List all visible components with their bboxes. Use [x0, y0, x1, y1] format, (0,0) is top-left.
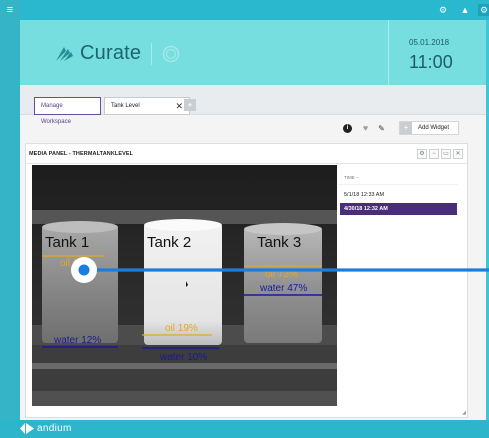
workspace: Manage Workspace Tank Level ✕ + i ♥ ✎ + A… — [20, 85, 486, 420]
logo: Curate — [54, 42, 180, 65]
add-tab-button[interactable]: + — [184, 99, 196, 111]
thermal-scene: Tank 1 Tank 2 Tank 3 oil 82% oil 19% oil… — [32, 165, 337, 406]
fence — [32, 363, 337, 369]
panel-maximize-icon[interactable]: ▭ — [441, 149, 451, 159]
gear-icon[interactable]: ⚙ — [478, 4, 489, 16]
andium-logo-icon — [20, 423, 34, 434]
current-time: 11:00 — [409, 52, 453, 72]
workspace-toolbar: i ♥ ✎ + Add Widget — [20, 115, 486, 141]
panel-controls: ⚙ − ▭ ✕ — [417, 149, 463, 159]
time-row-selected[interactable]: 4/30/18 12:32 AM — [340, 203, 457, 215]
hamburger-menu-icon[interactable]: ≡ — [4, 4, 16, 16]
brand-name: Curate — [80, 42, 142, 64]
alerts-icon[interactable]: ▲ — [459, 4, 471, 16]
tab-tank-level[interactable]: Tank Level ✕ — [104, 97, 190, 115]
panel-divider — [26, 163, 467, 164]
time-row[interactable]: 5/1/18 12:33 AM — [340, 189, 457, 201]
panel-close-icon[interactable]: ✕ — [453, 149, 463, 159]
plus-icon: + — [400, 122, 412, 134]
footer-logo: andium — [20, 423, 72, 434]
top-strip: ⚙ ▲ ⚙ — [20, 0, 489, 20]
tab-manage-workspace[interactable]: Manage Workspace — [34, 97, 101, 125]
tab-label: Tank Level — [111, 103, 140, 109]
tank-2-top — [144, 219, 222, 231]
resize-handle-icon[interactable]: ◢ — [462, 410, 466, 416]
workspace-tabs: Manage Workspace Tank Level ✕ + — [20, 85, 486, 125]
settings-icon[interactable]: ⚙ — [437, 4, 449, 16]
tank-1-name: Tank 1 — [45, 234, 89, 251]
footer-bar: andium — [0, 420, 489, 438]
tank-1-water-label: water 12% — [53, 335, 101, 346]
time-column-header[interactable]: TIME -- — [338, 171, 458, 185]
foreground — [32, 391, 337, 406]
edit-pencil-icon[interactable]: ✎ — [377, 124, 386, 133]
tank-1-top — [42, 221, 118, 233]
thermal-image: Tank 1 Tank 2 Tank 3 oil 82% oil 19% oil… — [32, 165, 337, 406]
tank-3-oil-label: oil 73% — [265, 269, 298, 280]
app-header: Curate 05.01.2018 11:00 — [20, 20, 486, 85]
time-list: TIME -- 5/1/18 12:33 AM 4/30/18 12:32 AM — [338, 171, 458, 411]
brand-ring-icon — [162, 45, 180, 62]
date-time-box: 05.01.2018 11:00 — [388, 20, 486, 85]
media-panel: MEDIA PANEL - THERMALTANKLEVEL ⚙ − ▭ ✕ T… — [25, 143, 468, 418]
heart-icon[interactable]: ♥ — [361, 124, 370, 133]
tank-3-water-label: water 47% — [259, 283, 307, 294]
panel-settings-icon[interactable]: ⚙ — [417, 149, 427, 159]
close-tab-icon[interactable]: ✕ — [175, 98, 183, 114]
logo-divider — [151, 42, 153, 65]
panel-minimize-icon[interactable]: − — [429, 149, 439, 159]
tank-2-water-label: water 10% — [159, 352, 207, 363]
panel-title: MEDIA PANEL - THERMALTANKLEVEL — [29, 151, 134, 157]
info-icon[interactable]: i — [343, 124, 352, 133]
curate-leaf-icon — [56, 46, 73, 61]
left-rail: ≡ — [0, 0, 20, 420]
tank-2-name: Tank 2 — [147, 234, 191, 251]
add-widget-button[interactable]: + Add Widget — [399, 121, 459, 135]
add-widget-label: Add Widget — [418, 125, 450, 131]
tank-2-oil-label: oil 19% — [165, 323, 198, 334]
tank-3-name: Tank 3 — [257, 234, 301, 251]
tank-1-oil-label: oil 82% — [60, 258, 93, 269]
current-date: 05.01.2018 — [409, 38, 450, 47]
footer-brand: andium — [37, 423, 72, 434]
